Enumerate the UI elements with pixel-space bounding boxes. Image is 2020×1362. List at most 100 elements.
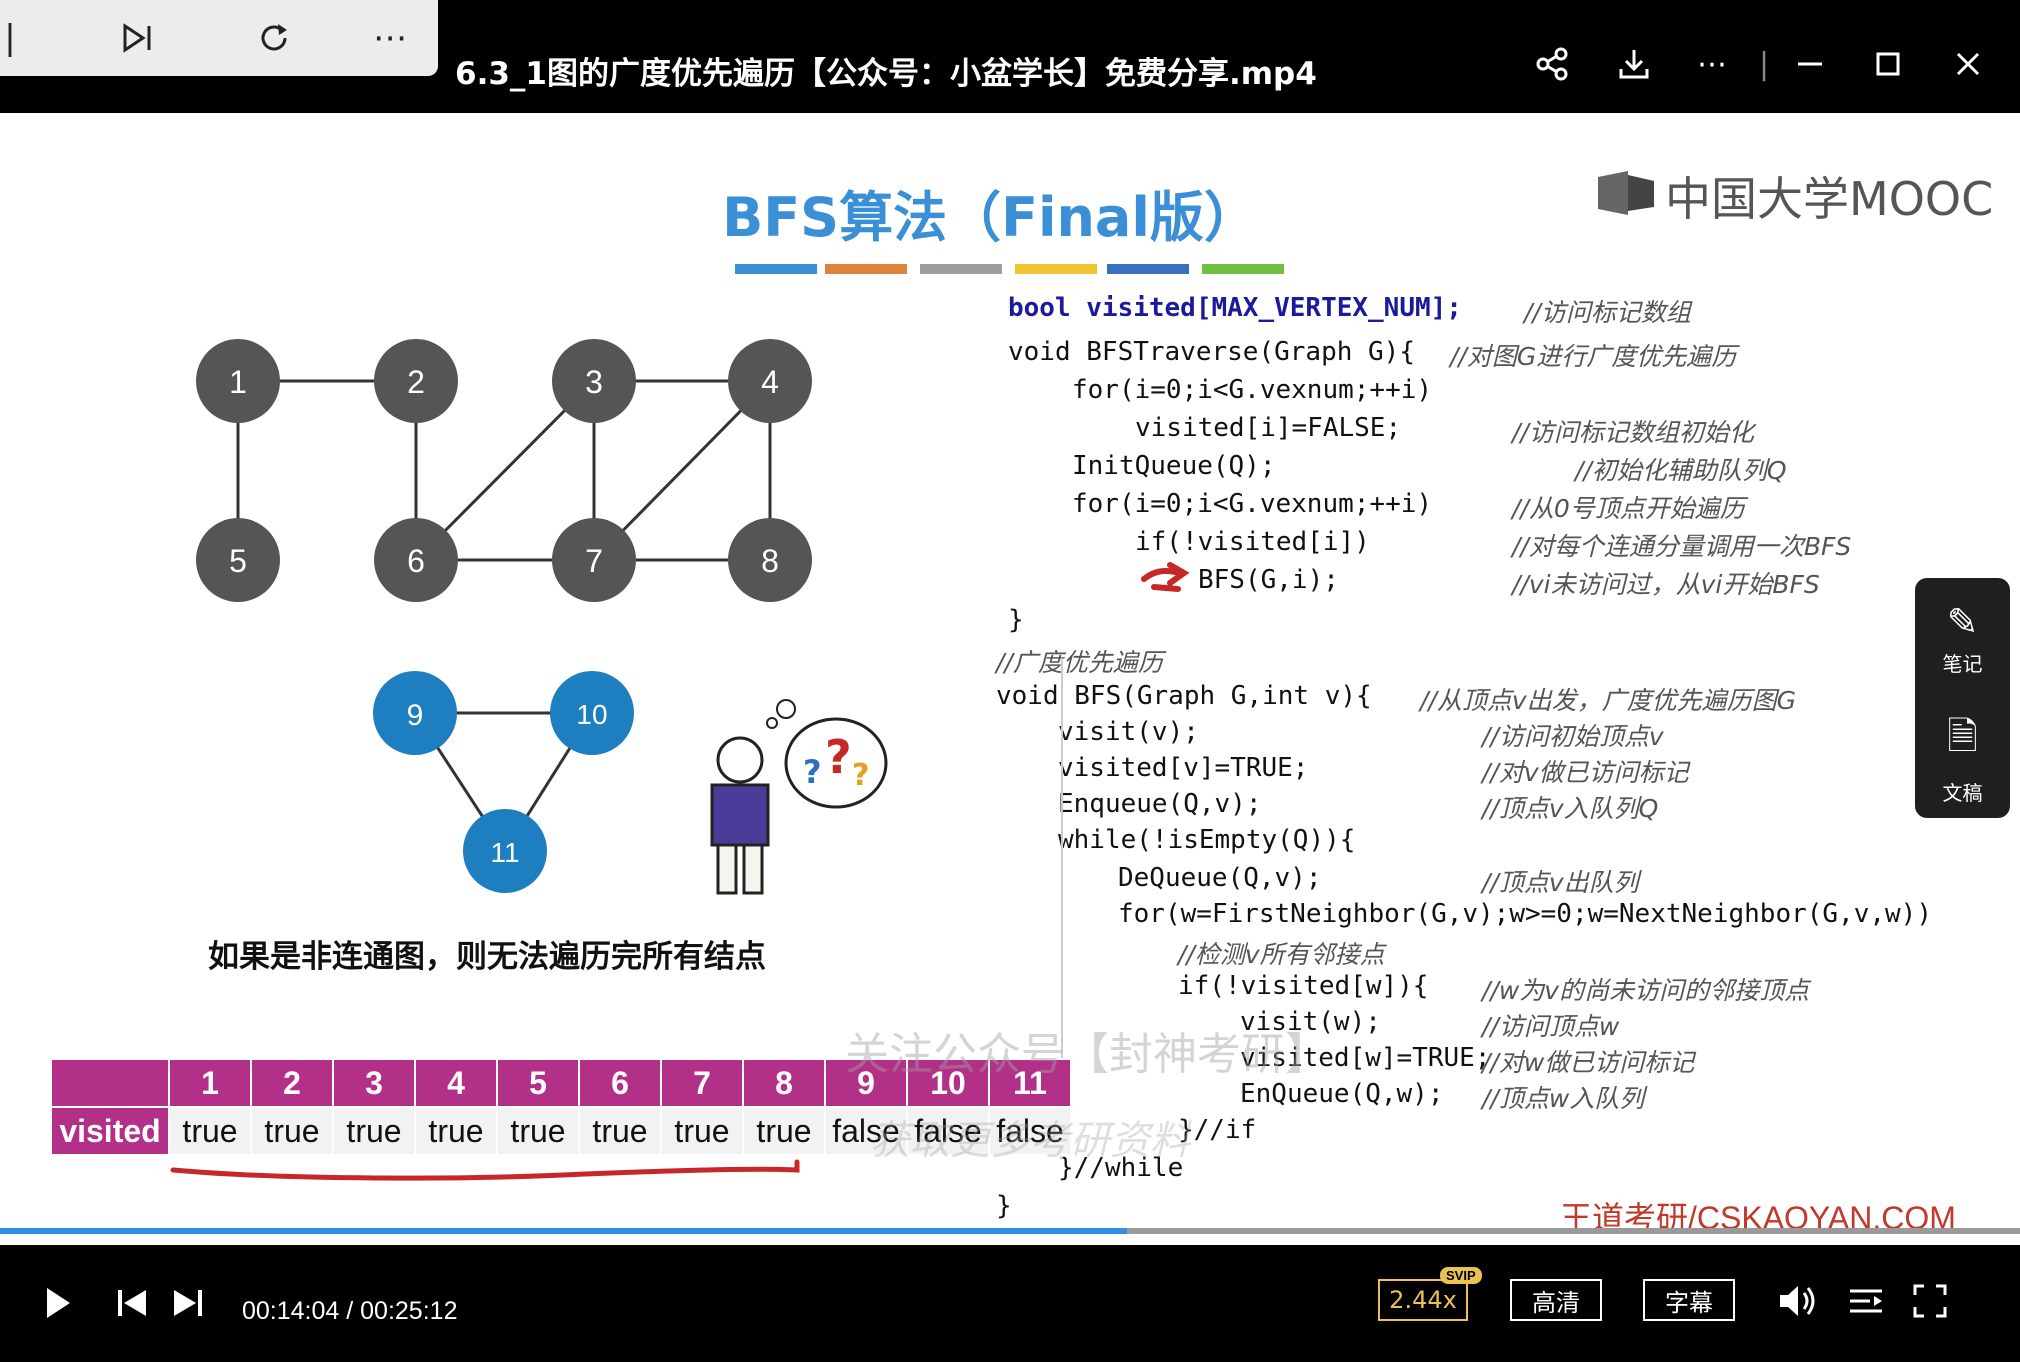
code-comment: //初始化辅助队列Q [1575, 456, 1787, 485]
graph-node-label: 1 [229, 364, 247, 400]
color-bar-6 [1202, 264, 1284, 274]
code-comment: //访问标记数组 [1524, 298, 1691, 327]
mini-toolbar: | ⋯ [0, 0, 438, 76]
graph-node-4: 4 [728, 339, 812, 423]
code-comment: //vi未访问过，从vi开始BFS [1512, 570, 1820, 599]
graph-node-11: 11 [463, 809, 547, 893]
table-header-cell: 2 [250, 1058, 334, 1108]
play-button[interactable] [38, 1281, 78, 1325]
red-underline-annotation [170, 1159, 800, 1181]
next-frame-button[interactable] [114, 14, 162, 62]
code-line: Enqueue(Q,v); [1058, 789, 1262, 819]
code-comment: //从顶点v出发，广度优先遍历图G [1420, 686, 1797, 715]
progress-fill [0, 1228, 1128, 1234]
graph-node-label: 7 [585, 543, 603, 579]
graph-node-label: 3 [585, 364, 603, 400]
more-button[interactable]: ⋯ [1688, 40, 1736, 88]
playlist-button[interactable] [1844, 1279, 1888, 1323]
watermark-line2: 获取更多考研资料 [870, 1118, 1190, 1164]
graph-node-9: 9 [373, 671, 457, 755]
code-line: if(!visited[i]) [1135, 527, 1370, 557]
video-title: 6.3_1图的广度优先遍历【公众号：小盆学长】免费分享.mp4 [455, 56, 1317, 92]
code-text: bool visited[MAX_VERTEX_NUM]; [1008, 293, 1462, 323]
video-frame[interactable]: BFS算法（Final版） 中国大学MOOC 1 2 3 4 5 6 7 8 9… [0, 113, 2020, 1245]
code-line: void BFS(Graph G,int v){ [996, 681, 1372, 711]
graph-node-label: 5 [229, 543, 247, 579]
table-cell: true [414, 1106, 498, 1156]
code-comment: //顶点v出队列 [1482, 868, 1639, 897]
graph-node-1: 1 [196, 339, 280, 423]
graph-node-label: 8 [761, 543, 779, 579]
close-button[interactable] [1944, 40, 1992, 88]
code-comment: //对v做已访问标记 [1482, 758, 1689, 787]
code-line: bool visited[MAX_VERTEX_NUM]; [1008, 293, 1462, 323]
graph-node-2: 2 [374, 339, 458, 423]
subtitle-button[interactable]: 字幕 [1643, 1279, 1735, 1321]
code-line: InitQueue(Q); [1072, 451, 1276, 481]
minimize-button[interactable] [1786, 40, 1834, 88]
more-options-button[interactable]: ⋯ [366, 14, 414, 62]
code-comment: //w为v的尚未访问的邻接顶点 [1482, 976, 1810, 1005]
color-bar-5 [1107, 264, 1189, 274]
table-cell: true [496, 1106, 580, 1156]
document-icon: 🗎 [1947, 714, 1978, 758]
table-header-cell: 3 [332, 1058, 416, 1108]
title-bar: | ⋯ 6.3_1图的广度优先遍历【公众号：小盆学长】免费分享.mp4 ⋯ | [0, 0, 2020, 113]
graph-node-label: 2 [407, 364, 425, 400]
speed-button[interactable]: 2.44x [1378, 1279, 1468, 1321]
table-header-cell: 5 [496, 1058, 580, 1108]
graph-node-3: 3 [552, 339, 636, 423]
table-header-cell: 1 [168, 1058, 252, 1108]
doc-button[interactable]: 🗎 文稿 [1915, 708, 2010, 806]
notes-button[interactable]: ✎ 笔记 [1915, 600, 2010, 677]
confused-person-icon: ? ? ? [710, 699, 888, 895]
fullscreen-button[interactable] [1908, 1279, 1952, 1323]
code-comment: //检测v所有邻接点 [1178, 940, 1385, 969]
code-line: } [996, 1191, 1012, 1221]
table-cell: true [578, 1106, 662, 1156]
share-button[interactable] [1528, 40, 1576, 88]
code-line: for(i=0;i<G.vexnum;++i) [1072, 375, 1433, 405]
watermark-line1: 关注公众号【封神考研】 [845, 1029, 1329, 1080]
table-cell: true [250, 1106, 334, 1156]
volume-button[interactable] [1776, 1279, 1820, 1323]
mooc-logo-text: 中国大学MOOC [1665, 172, 1994, 226]
code-line: } [1008, 605, 1024, 635]
table-cell: true [660, 1106, 744, 1156]
next-button[interactable] [168, 1281, 208, 1325]
code-comment: //顶点v入队列Q [1482, 794, 1659, 823]
code-comment: //对w做已访问标记 [1482, 1048, 1695, 1077]
code-line: while(!isEmpty(Q)){ [1058, 825, 1356, 855]
caption-text: 如果是非连通图，则无法遍历完所有结点 [208, 939, 766, 975]
download-button[interactable] [1610, 40, 1658, 88]
quality-button[interactable]: 高清 [1510, 1279, 1602, 1321]
code-line: visited[v]=TRUE; [1058, 753, 1309, 783]
maximize-button[interactable] [1864, 40, 1912, 88]
code-comment: //访问初始顶点v [1482, 722, 1664, 751]
code-line: BFS(G,i); [1198, 565, 1339, 595]
graph-node-label: 11 [490, 837, 519, 868]
table-cell: true [742, 1106, 826, 1156]
svip-badge: SVIP [1440, 1267, 1482, 1284]
table-cell: true [168, 1106, 252, 1156]
notes-icon: ✎ [1946, 600, 1979, 644]
code-comment: //访问标记数组初始化 [1512, 418, 1754, 447]
previous-button[interactable] [112, 1281, 152, 1325]
code-line: EnQueue(Q,w); [1240, 1079, 1444, 1109]
table-header-cell: 6 [578, 1058, 662, 1108]
graph-node-10: 10 [550, 671, 634, 755]
code-line: for(w=FirstNeighbor(G,v);w>=0;w=NextNeig… [1118, 899, 1932, 929]
graph-node-8: 8 [728, 518, 812, 602]
code-comment: //顶点w入队列 [1482, 1084, 1645, 1113]
code-line: if(!visited[w]){ [1178, 971, 1429, 1001]
graph-node-label: 4 [761, 364, 779, 400]
code-line: visit(v); [1058, 717, 1199, 747]
refresh-button[interactable] [250, 14, 298, 62]
progress-bar[interactable] [0, 1228, 2020, 1234]
code-comment: //对每个连通分量调用一次BFS [1512, 532, 1852, 561]
player-controls: 00:14:04 / 00:25:12 2.44x SVIP 高清 字幕 [0, 1245, 2020, 1362]
table-header-cell: 7 [660, 1058, 744, 1108]
code-comment: //访问顶点w [1482, 1012, 1620, 1041]
graph-node-6: 6 [374, 518, 458, 602]
code-line: void BFSTraverse(Graph G){ [1008, 337, 1415, 367]
